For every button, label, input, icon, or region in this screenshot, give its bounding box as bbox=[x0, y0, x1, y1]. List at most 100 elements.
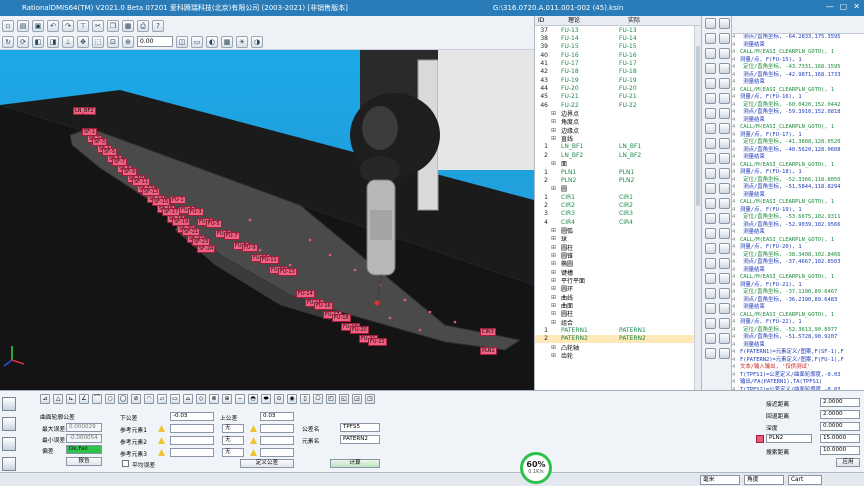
side-tool-icon[interactable] bbox=[705, 108, 716, 119]
cut-icon[interactable]: ✂ bbox=[92, 19, 104, 32]
tolerance-tile-icon[interactable] bbox=[2, 437, 16, 451]
tree-row[interactable]: 42 FU-18 FU-18 bbox=[535, 68, 701, 76]
side-tool-icon[interactable] bbox=[719, 318, 730, 329]
tree-row[interactable]: ⊞ 直线 bbox=[535, 134, 701, 143]
expand-icon[interactable]: ⊞ bbox=[551, 277, 561, 284]
code-line[interactable]: 4 定位/直角坐标, -41.3808,128.0520 bbox=[732, 139, 864, 147]
ref1-field[interactable] bbox=[170, 424, 214, 433]
side-tool-icon[interactable] bbox=[719, 168, 730, 179]
depth-field[interactable]: 0.0000 bbox=[820, 422, 860, 431]
save-icon[interactable]: ▣ bbox=[32, 19, 44, 32]
construct-tool-icon[interactable]: ⎔ bbox=[313, 394, 323, 404]
expand-icon[interactable]: ⊞ bbox=[551, 110, 561, 117]
side-tool-icon[interactable] bbox=[719, 108, 730, 119]
side-tool-icon[interactable] bbox=[719, 198, 730, 209]
expand-icon[interactable]: ⊞ bbox=[551, 352, 561, 359]
coord-select[interactable]: Cart bbox=[788, 475, 822, 485]
apply-button[interactable]: 应用 bbox=[836, 458, 860, 467]
side-tool-icon[interactable] bbox=[719, 273, 730, 284]
zoom-icon[interactable]: ⊕ bbox=[122, 35, 134, 48]
approach-field[interactable]: 2.0000 bbox=[820, 398, 860, 407]
construct-tool-icon[interactable]: ◰ bbox=[326, 394, 336, 404]
tree-row[interactable]: 3 CIR3 CIR3 bbox=[535, 210, 701, 218]
code-line[interactable]: 4 CALL/M(EASI_CLEARPLN_GOTO), 1 bbox=[732, 162, 864, 170]
tree-row[interactable]: ⊞ 面 bbox=[535, 160, 701, 168]
expand-icon[interactable]: ⊞ bbox=[551, 269, 561, 276]
tree-row[interactable]: 2 CIR2 CIR2 bbox=[535, 201, 701, 209]
tree-row[interactable]: ⊞ 组合 bbox=[535, 318, 701, 327]
code-line[interactable]: 4 测量结束 bbox=[732, 79, 864, 87]
feature-tree[interactable]: ID 理论 实际 37 FU-13 FU-13 38 FU-14 FU-14 39 FU-15… bbox=[534, 16, 702, 390]
tree-col-act[interactable]: 实际 bbox=[625, 16, 640, 25]
undo-icon[interactable]: ↶ bbox=[47, 19, 59, 32]
side-tool-icon[interactable] bbox=[705, 33, 716, 44]
side-tool-icon[interactable] bbox=[719, 333, 730, 344]
feature-label[interactable]: FU-22 bbox=[368, 338, 387, 346]
fit-icon[interactable]: ⊡ bbox=[107, 35, 119, 48]
minimize-icon[interactable]: — bbox=[826, 2, 834, 11]
code-line[interactable]: 4 测量/点, F(FU-21), 1 bbox=[732, 282, 864, 290]
side-tool-icon[interactable] bbox=[705, 318, 716, 329]
ref3-field[interactable] bbox=[170, 448, 214, 457]
feature-label[interactable]: FU-1 bbox=[170, 196, 186, 204]
code-line[interactable]: 4 测量结束 bbox=[732, 117, 864, 125]
expand-icon[interactable]: ⊞ bbox=[551, 260, 561, 267]
unit-select[interactable]: 毫米 bbox=[700, 475, 740, 485]
side-tool-icon[interactable] bbox=[705, 168, 716, 179]
side-tool-icon[interactable] bbox=[719, 228, 730, 239]
feature-label[interactable]: FU-11 bbox=[260, 256, 279, 264]
expand-icon[interactable]: ⊞ bbox=[551, 252, 561, 259]
code-line[interactable]: 4 测点/直角坐标, -52.9039,102.9566 bbox=[732, 222, 864, 230]
tree-row[interactable]: 44 FU-20 FU-20 bbox=[535, 84, 701, 92]
feature-label[interactable]: FU-13 bbox=[278, 268, 297, 276]
feature-label[interactable]: FU-16 bbox=[314, 302, 333, 310]
redo-icon[interactable]: ↷ bbox=[62, 19, 74, 32]
side-tool-icon[interactable] bbox=[705, 258, 716, 269]
code-line[interactable]: 4 定位/直角坐标, -37.1190,89.6467 bbox=[732, 289, 864, 297]
construct-tool-icon[interactable]: ⊙ bbox=[274, 394, 284, 404]
construct-tool-icon[interactable]: ▯ bbox=[300, 394, 310, 404]
code-line[interactable]: 4 测量/点, F(FU-20), 1 bbox=[732, 244, 864, 252]
light-icon[interactable]: ☀ bbox=[236, 35, 248, 48]
construct-tool-icon[interactable]: ▭ bbox=[170, 394, 180, 404]
side-tool-icon[interactable] bbox=[705, 348, 716, 359]
side-tool-icon[interactable] bbox=[705, 183, 716, 194]
code-line[interactable]: 4 CALL/M(EASI_CLEARPLN_GOTO), 1 bbox=[732, 312, 864, 320]
code-line[interactable]: 4 测量/点, F(FU-18), 1 bbox=[732, 169, 864, 177]
dmis-code-editor[interactable]: 4 测点/直角坐标, -64.2833,175.3595 4 测量结束 4 CALL/… bbox=[732, 34, 864, 390]
side-tool-icon[interactable] bbox=[705, 198, 716, 209]
code-line[interactable]: 4 测量/点, F(FU-19), 1 bbox=[732, 207, 864, 215]
expand-icon[interactable]: ⊞ bbox=[551, 319, 561, 326]
side-tool-icon[interactable] bbox=[705, 303, 716, 314]
side-tool-icon[interactable] bbox=[719, 138, 730, 149]
view-iso-icon[interactable]: ◧ bbox=[32, 35, 44, 48]
tree-row[interactable]: 38 FU-14 FU-14 bbox=[535, 34, 701, 42]
expand-icon[interactable]: ⊞ bbox=[551, 127, 561, 134]
side-tool-icon[interactable] bbox=[719, 288, 730, 299]
side-tool-icon[interactable] bbox=[705, 333, 716, 344]
side-tool-icon[interactable] bbox=[705, 18, 716, 29]
construct-tool-icon[interactable]: ◠ bbox=[144, 394, 154, 404]
move-icon[interactable]: ✥ bbox=[77, 35, 89, 48]
construct-tool-icon[interactable]: ⊘ bbox=[131, 394, 141, 404]
paste-icon[interactable]: ▦ bbox=[122, 19, 134, 32]
code-line[interactable]: 4 F(PATERN2)=元素定义/图案,F(FU-1),F bbox=[732, 357, 864, 365]
side-tool-icon[interactable] bbox=[719, 93, 730, 104]
code-line[interactable]: 4 定位/直角坐标, -52.3366,118.8050 bbox=[732, 177, 864, 185]
side-tool-icon[interactable] bbox=[719, 348, 730, 359]
expand-icon[interactable]: ⊞ bbox=[551, 235, 561, 242]
code-line[interactable]: 4 测量结束 bbox=[732, 42, 864, 50]
ref3-extra-field[interactable] bbox=[260, 448, 294, 457]
construct-tool-icon[interactable]: ○ bbox=[105, 394, 115, 404]
construct-tool-icon[interactable]: ⊿ bbox=[40, 394, 50, 404]
feature-name-select[interactable]: PATERN2 bbox=[340, 435, 380, 444]
expand-icon[interactable]: ⊞ bbox=[551, 285, 561, 292]
define-datum-button[interactable]: 定义公差 bbox=[240, 459, 294, 468]
tree-scrollbar[interactable] bbox=[694, 26, 701, 390]
close-icon[interactable]: ✕ bbox=[853, 2, 860, 11]
expand-icon[interactable]: ⊞ bbox=[551, 344, 561, 351]
plane-select[interactable]: PLN2 bbox=[766, 434, 812, 443]
tree-row[interactable]: 1 PLN1 PLN1 bbox=[535, 168, 701, 176]
code-line[interactable]: 4 CALL/M(EASI_CLEARPLN_GOTO), 1 bbox=[732, 199, 864, 207]
construct-tool-icon[interactable]: ◱ bbox=[339, 394, 349, 404]
